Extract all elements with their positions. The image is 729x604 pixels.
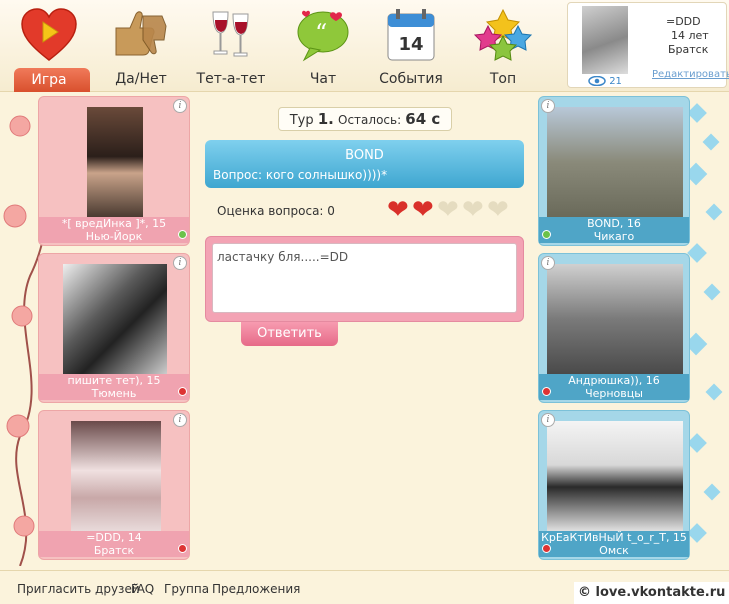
player-name: *[ вредИнка ]*, 15 (61, 217, 167, 230)
player-photo[interactable] (547, 264, 683, 374)
nav-item-game[interactable]: Игра (4, 0, 94, 92)
round-number: 1. (317, 110, 334, 128)
footer-link-invite[interactable]: Пригласить друзей (17, 582, 140, 596)
thumbs-icon (115, 11, 167, 56)
player-caption: Андрюшка)), 16 Черновцы (539, 374, 689, 400)
footer-link-group[interactable]: Группа (164, 582, 209, 596)
player-city: Тюмень (91, 387, 137, 400)
round-timer: Тур 1. Осталось: 64 с (278, 107, 452, 131)
player-caption: *[ вредИнка ]*, 15 Нью-Йорк (39, 217, 189, 243)
heart-empty-icon[interactable]: ❤ (437, 197, 463, 223)
question-author: BOND (345, 148, 384, 163)
remaining-value: 64 с (405, 110, 441, 128)
svg-text:“: “ (315, 19, 327, 47)
question-text: Вопрос: кого солнышко))))* (213, 168, 388, 182)
online-status-dot (542, 230, 551, 239)
player-photo[interactable] (547, 421, 683, 531)
nav-label-chat: Чат (309, 71, 337, 87)
player-city: Омск (599, 544, 629, 557)
my-profile-box: =DDD 14 лет Братск 21 Редактировать (567, 2, 729, 88)
answer-box: ластачку бля.....=DD (205, 236, 524, 322)
player-city: Нью-Йорк (85, 230, 143, 243)
player-caption: КрЕаКтИвНыЙ t_o_r_T, 15 Омск (539, 531, 689, 557)
answer-textarea[interactable]: ластачку бля.....=DD (212, 243, 517, 313)
heart-play-icon (21, 8, 77, 61)
stars-icon (473, 8, 533, 61)
top-navigation: Игра Да/Нет Тет-а-тет “ Чат 14 События Т… (0, 0, 729, 92)
footer-link-faq[interactable]: FAQ (131, 582, 154, 596)
copyright-label: © love.vkontakte.ru (574, 582, 729, 604)
nav-label-game: Игра (31, 72, 67, 88)
player-city: Черновцы (585, 387, 643, 400)
player-name: BOND, 16 (587, 217, 641, 230)
info-icon[interactable]: i (541, 256, 555, 270)
info-icon[interactable]: i (541, 99, 555, 113)
player-photo[interactable] (71, 421, 161, 531)
player-city: Братск (93, 544, 135, 557)
wine-glasses-icon (212, 11, 249, 57)
player-photo[interactable] (63, 264, 167, 374)
nav-label-top: Топ (489, 71, 517, 87)
player-name: КрЕаКтИвНыЙ t_o_r_T, 15 (541, 531, 687, 544)
nav-item-events[interactable]: 14 События (366, 0, 456, 92)
player-card[interactable]: i =DDD, 14 Братск (38, 410, 190, 560)
my-profile-city: Братск (668, 43, 709, 56)
player-card[interactable]: i *[ вредИнка ]*, 15 Нью-Йорк (38, 96, 190, 246)
offline-status-dot (542, 544, 551, 553)
question-rating-label: Оценка вопроса: 0 (217, 204, 335, 218)
my-profile-age: 14 лет (671, 29, 709, 42)
chat-bubble-icon: “ (297, 10, 349, 62)
player-card[interactable]: i КрЕаКтИвНыЙ t_o_r_T, 15 Омск (538, 410, 690, 560)
player-card[interactable]: i Андрюшка)), 16 Черновцы (538, 253, 690, 403)
profile-views-count: 21 (609, 76, 622, 87)
profile-views: 21 (588, 75, 622, 87)
nav-label-tete-a-tete: Тет-а-тет (196, 71, 266, 87)
player-name: пишите тет), 15 (67, 374, 161, 387)
nav-label-events: События (379, 71, 443, 87)
player-caption: =DDD, 14 Братск (39, 531, 189, 557)
remaining-label: Осталось: (338, 113, 402, 127)
offline-status-dot (178, 544, 187, 553)
edit-profile-link[interactable]: Редактировать (652, 69, 729, 80)
online-status-dot (178, 230, 187, 239)
round-prefix: Тур (289, 113, 314, 128)
nav-item-yes-no[interactable]: Да/Нет (96, 0, 186, 92)
eye-icon (588, 75, 606, 87)
calendar-day: 14 (398, 34, 424, 55)
my-profile-name: =DDD (666, 15, 701, 28)
player-photo[interactable] (547, 107, 683, 217)
footer-link-suggestions[interactable]: Предложения (212, 582, 300, 596)
heart-filled-icon[interactable]: ❤ (412, 197, 438, 223)
my-profile-photo[interactable] (582, 6, 628, 74)
offline-status-dot (542, 387, 551, 396)
player-card[interactable]: i BOND, 16 Чикаго (538, 96, 690, 246)
reply-button[interactable]: Ответить (241, 322, 338, 346)
nav-item-chat[interactable]: “ Чат (278, 0, 368, 92)
player-card[interactable]: i пишите тет), 15 Тюмень (38, 253, 190, 403)
nav-label-yes-no: Да/Нет (115, 71, 167, 87)
player-name: =DDD, 14 (86, 531, 142, 544)
question-box: BOND Вопрос: кого солнышко))))* (205, 140, 524, 188)
offline-status-dot (178, 387, 187, 396)
info-icon[interactable]: i (173, 99, 187, 113)
player-caption: пишите тет), 15 Тюмень (39, 374, 189, 400)
nav-item-tete-a-tete[interactable]: Тет-а-тет (186, 0, 276, 92)
heart-empty-icon[interactable]: ❤ (462, 197, 488, 223)
heart-filled-icon[interactable]: ❤ (387, 197, 413, 223)
player-city: Чикаго (593, 230, 635, 243)
player-name: Андрюшка)), 16 (568, 374, 660, 387)
info-icon[interactable]: i (541, 413, 555, 427)
info-icon[interactable]: i (173, 413, 187, 427)
player-caption: BOND, 16 Чикаго (539, 217, 689, 243)
player-photo[interactable] (87, 107, 143, 217)
heart-empty-icon[interactable]: ❤ (487, 197, 513, 223)
nav-item-top[interactable]: Топ (458, 0, 548, 92)
info-icon[interactable]: i (173, 256, 187, 270)
